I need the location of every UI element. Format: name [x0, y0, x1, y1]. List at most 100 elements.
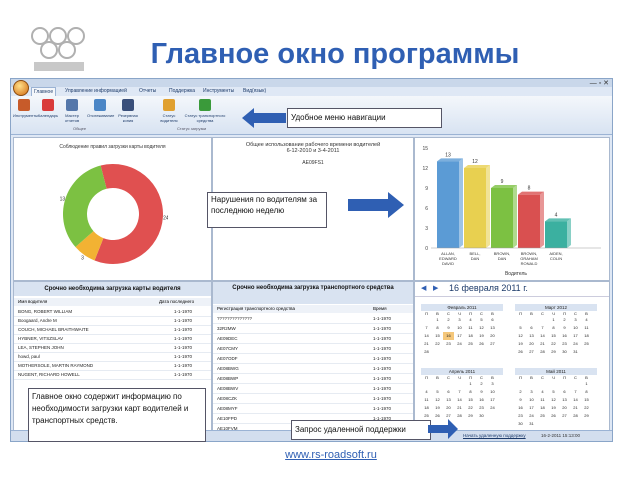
table-row[interactable]: AE09DEC 1-1-1970	[213, 334, 413, 344]
calendar-day[interactable]: 5	[432, 388, 443, 396]
calendar-day[interactable]	[515, 356, 526, 364]
calendar-day[interactable]: 2	[559, 316, 570, 324]
calendar-day[interactable]: 9	[443, 324, 454, 332]
calendar-day[interactable]: 8	[432, 324, 443, 332]
calendar-day[interactable]: 5	[476, 316, 487, 324]
calendar-day[interactable]: 10	[487, 388, 498, 396]
calendar-day[interactable]	[454, 348, 465, 356]
calendar-day[interactable]	[487, 420, 498, 428]
calendar-day[interactable]	[465, 348, 476, 356]
calendar-day[interactable]	[421, 356, 432, 364]
calendar-day[interactable]: 7	[537, 324, 548, 332]
app-menu-button[interactable]	[13, 80, 29, 96]
calendar-day[interactable]: 20	[443, 404, 454, 412]
calendar-day[interactable]: 7	[570, 388, 581, 396]
calendar-day[interactable]	[454, 380, 465, 388]
calendar-day[interactable]: 22	[581, 404, 592, 412]
calendar-day[interactable]: 31	[570, 348, 581, 356]
calendar-day[interactable]: 15	[548, 332, 559, 340]
calendar-day[interactable]: 21	[537, 340, 548, 348]
calendar-day[interactable]: 30	[515, 420, 526, 428]
calendar-day[interactable]: 22	[548, 340, 559, 348]
calendar-day[interactable]: 10	[570, 324, 581, 332]
calendar-day[interactable]: 26	[515, 348, 526, 356]
calendar-day[interactable]	[581, 420, 592, 428]
calendar-day[interactable]: 26	[548, 412, 559, 420]
calendar-day[interactable]: 24	[526, 412, 537, 420]
calendar-day[interactable]: 27	[487, 340, 498, 348]
calendar-day[interactable]: 18	[465, 332, 476, 340]
calendar-day[interactable]	[559, 380, 570, 388]
calendar-day[interactable]: 29	[581, 412, 592, 420]
calendar-day[interactable]	[465, 420, 476, 428]
calendar-day[interactable]: 13	[526, 332, 537, 340]
calendar-day[interactable]: 3	[487, 380, 498, 388]
calendar-day[interactable]: 3	[570, 316, 581, 324]
calendar-day[interactable]: 23	[559, 340, 570, 348]
calendar-day[interactable]: 4	[537, 388, 548, 396]
calendar-day[interactable]: 11	[537, 396, 548, 404]
calendar-day[interactable]: 1	[548, 316, 559, 324]
vehicle-status-button[interactable]: Статус транспортного средства	[183, 99, 227, 123]
calendar-day[interactable]	[570, 380, 581, 388]
calendar-day[interactable]: 4	[421, 388, 432, 396]
backup-button[interactable]: Резервная копия	[115, 99, 141, 123]
tools-button[interactable]: Инструменты	[13, 99, 38, 118]
calendar-day[interactable]	[559, 356, 570, 364]
calendar-day[interactable]: 2	[515, 388, 526, 396]
calendar-day[interactable]: 16	[476, 396, 487, 404]
calendar-day[interactable]: 2	[443, 316, 454, 324]
calendar-day[interactable]: 30	[476, 412, 487, 420]
calendar-day[interactable]	[421, 380, 432, 388]
calendar-day[interactable]: 18	[421, 404, 432, 412]
table-row[interactable]: AE08BWG 1-1-1970	[213, 364, 413, 374]
calendar-day[interactable]	[559, 420, 570, 428]
calendar-day[interactable]	[487, 412, 498, 420]
calendar-day[interactable]	[548, 420, 559, 428]
calendar-day[interactable]: 11	[581, 324, 592, 332]
calendar-day[interactable]: 19	[432, 404, 443, 412]
calendar-day[interactable]: 13	[443, 396, 454, 404]
table-row[interactable]: AE08CZK 1-1-1970	[213, 394, 413, 404]
tab-tools[interactable]: Инструменты	[203, 87, 234, 96]
calendar-day[interactable]: 28	[537, 348, 548, 356]
calendar-day[interactable]	[476, 348, 487, 356]
window-controls[interactable]: — ▫ ✕	[590, 79, 609, 87]
calendar-day[interactable]: 14	[570, 396, 581, 404]
calendar-day[interactable]: 17	[570, 332, 581, 340]
table-row[interactable]: ?????????????? 1-1-1970	[213, 314, 413, 324]
calendar-day[interactable]: 23	[476, 404, 487, 412]
calendar-day[interactable]: 13	[559, 396, 570, 404]
calendar-day[interactable]: 20	[526, 340, 537, 348]
driver-status-button[interactable]: Статус водителя	[157, 99, 181, 123]
table-row[interactable]: AE08BWP 1-1-1970	[213, 374, 413, 384]
tab-data-management[interactable]: Управление информацией	[65, 87, 127, 96]
calendar-day[interactable]: 12	[548, 396, 559, 404]
calendar-day[interactable]	[570, 420, 581, 428]
remote-support-link[interactable]: Начать удаленную поддержку	[463, 433, 526, 438]
calendar-day[interactable]	[515, 316, 526, 324]
calendar-day[interactable]	[454, 356, 465, 364]
tab-view[interactable]: Вид(язык)	[243, 87, 266, 96]
table-row[interactable]: AE07ODF 1-1-1970	[213, 354, 413, 364]
calendar-day[interactable]: 5	[548, 388, 559, 396]
calendar-day[interactable]: 20	[487, 332, 498, 340]
calendar-day[interactable]: 7	[421, 324, 432, 332]
tracking-button[interactable]: Отслеживание	[87, 99, 114, 118]
calendar-day[interactable]	[537, 316, 548, 324]
calendar-day[interactable]: 21	[421, 340, 432, 348]
calendar-day[interactable]: 21	[454, 404, 465, 412]
calendar-day[interactable]: 6	[559, 388, 570, 396]
calendar-day[interactable]	[537, 420, 548, 428]
calendar-day[interactable]	[476, 420, 487, 428]
calendar-day[interactable]: 15	[581, 396, 592, 404]
report-wizard-button[interactable]: Мастер отчетов	[61, 99, 83, 123]
calendar-day[interactable]	[487, 348, 498, 356]
calendar-day[interactable]	[548, 380, 559, 388]
calendar-day[interactable]	[526, 316, 537, 324]
calendar-day[interactable]: 11	[465, 324, 476, 332]
calendar-day[interactable]: 12	[476, 324, 487, 332]
calendar-day[interactable]: 27	[559, 412, 570, 420]
calendar-day[interactable]: 19	[548, 404, 559, 412]
calendar-day[interactable]	[487, 356, 498, 364]
